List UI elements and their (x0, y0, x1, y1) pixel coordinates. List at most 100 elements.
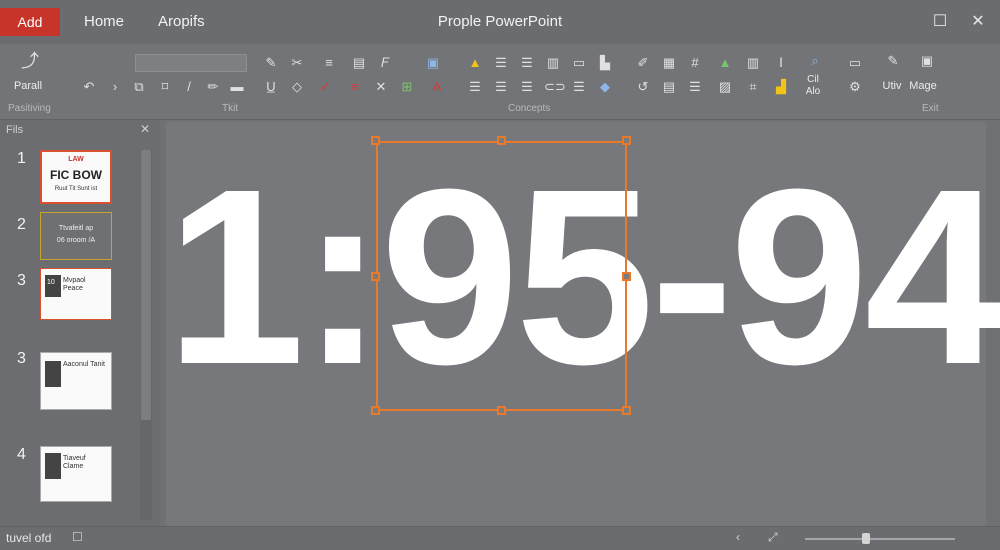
slide-number-1: 1 (17, 150, 26, 167)
style-button-label[interactable]: Cil Alo (798, 74, 828, 98)
right-button-2-label[interactable]: Mage (906, 80, 940, 92)
layers-icon[interactable]: ▭ (846, 54, 864, 72)
grid-icon[interactable]: ▦ (660, 54, 678, 72)
cursor-icon[interactable]: Ⅰ (772, 54, 790, 72)
font-name-dropdown[interactable] (135, 54, 247, 72)
strikethrough-icon[interactable]: ≡ (346, 78, 364, 96)
slash-icon[interactable]: / (180, 78, 198, 96)
thumb-3-line-2: Mvpaol Peace (63, 277, 86, 293)
tab-aropifs[interactable]: Aropifs (158, 8, 205, 36)
app-title: Prople PowerPoint (437, 13, 563, 30)
resize-handle-bottom-right[interactable] (622, 406, 631, 415)
text-effect-icon[interactable]: A (428, 78, 446, 96)
slide-thumbnail-2[interactable]: Ttvafeitl ap 06 oroom /A (40, 212, 112, 260)
slide-number-5: 4 (17, 446, 26, 463)
arrange-icon[interactable]: ☰ (686, 78, 704, 96)
slide-number-2: 2 (17, 216, 26, 233)
crop-icon[interactable]: ⌗ (744, 78, 762, 96)
panel-close-icon[interactable]: ✕ (140, 122, 150, 136)
slide-panel: Fils ✕ 1 LAW FIC BOW Ruut Tit Sunt ist 2… (0, 120, 160, 526)
notes-icon[interactable]: ☐ (72, 530, 83, 544)
zoom-slider-knob[interactable] (862, 533, 870, 544)
slide-thumbnail-3[interactable]: 10 Mvpaol Peace (40, 268, 112, 320)
slide-thumbnail-5[interactable]: Tiaveuf Clame (40, 446, 112, 502)
selection-box[interactable] (376, 141, 627, 411)
brush-icon[interactable]: ✏ (204, 78, 222, 96)
fill-icon[interactable]: ◆ (596, 78, 614, 96)
slide-thumbnail-1[interactable]: LAW FIC BOW Ruut Tit Sunt ist (40, 150, 112, 204)
ribbon: ⤴ Parall ✎ ✂ ≡ ▤ 𝐹 ▣ ▲ ☰ ☰ ▥ ▭ ▙ ✐ ▦ # ▲… (0, 44, 1000, 120)
resize-handle-top-right[interactable] (622, 136, 631, 145)
view-icon[interactable]: ‹ (736, 530, 740, 544)
warning-icon[interactable]: ▲ (466, 54, 484, 72)
align-center-icon[interactable]: ☰ (492, 54, 510, 72)
italic-icon[interactable]: 𝐹 (376, 54, 394, 72)
undo-icon[interactable]: ↶ (80, 78, 98, 96)
font-color-icon[interactable]: ✓ (316, 78, 334, 96)
slide-thumbnail-4[interactable]: Aaconul Tanit (40, 352, 112, 410)
align-justify-icon[interactable]: ☰ (518, 54, 536, 72)
tab-add[interactable]: Add (0, 8, 60, 36)
rotate-icon[interactable]: ↺ (634, 78, 652, 96)
numbering-icon[interactable]: ☰ (492, 78, 510, 96)
restore-button[interactable]: ☐ (928, 10, 952, 34)
panel-title: Fils (6, 124, 24, 136)
table-icon[interactable]: ▤ (660, 78, 678, 96)
bullets-icon[interactable]: ☰ (466, 78, 484, 96)
columns-icon[interactable]: ▥ (544, 54, 562, 72)
thumb-3-line-1: 10 (47, 279, 55, 286)
list-icon[interactable]: ≡ (320, 54, 338, 72)
resize-handle-top-left[interactable] (371, 136, 380, 145)
thumb-5-image (45, 453, 61, 479)
align-icon[interactable]: ▤ (350, 54, 368, 72)
resize-handle-bottom[interactable] (497, 406, 506, 415)
fit-icon[interactable]: ⤢ (768, 530, 778, 545)
bar-chart-icon[interactable]: ▥ (744, 54, 762, 72)
slide-number-4: 3 (17, 350, 26, 367)
image-icon[interactable]: ▣ (918, 52, 936, 70)
text-box-icon[interactable]: ▭ (570, 54, 588, 72)
underline-icon[interactable]: U̲ (262, 78, 280, 96)
resize-handle-left[interactable] (371, 272, 380, 281)
zoom-slider-track[interactable] (805, 538, 955, 540)
draw-icon[interactable]: ✐ (634, 54, 652, 72)
panel-scrollbar-thumb[interactable] (141, 150, 151, 420)
resize-handle-right[interactable] (622, 272, 631, 281)
clear-icon[interactable]: ✕ (372, 78, 390, 96)
link-icon[interactable]: ⊂⊃ (544, 78, 566, 96)
group-label-2: Tkit (222, 103, 239, 114)
format-painter-icon[interactable]: ⤴ (18, 52, 42, 76)
indent-icon[interactable]: ☰ (518, 78, 536, 96)
copy-icon[interactable]: ⧉ (130, 78, 148, 96)
tab-home[interactable]: Home (84, 8, 124, 36)
spacing-icon[interactable]: ☰ (570, 78, 588, 96)
resize-handle-bottom-left[interactable] (371, 406, 380, 415)
right-button-1-label[interactable]: Utiv (878, 80, 906, 92)
status-bar: tuvel ofd ☐ ‹ ⤢ (0, 526, 1000, 550)
thumb-2-line-2: 06 oroom /A (56, 237, 96, 244)
close-button[interactable]: ✕ (966, 10, 990, 34)
highlight-icon[interactable]: ▬ (228, 78, 246, 96)
redo-icon[interactable]: › (106, 78, 124, 96)
chart-icon[interactable]: ▙ (596, 54, 614, 72)
slide-number-3: 3 (17, 272, 26, 289)
pen-icon[interactable]: ✎ (262, 54, 280, 72)
number-icon[interactable]: # (686, 54, 704, 72)
edit-icon[interactable]: ✎ (884, 52, 902, 70)
title-bar: Add Home Aropifs Prople PowerPoint ☐ ✕ (0, 0, 1000, 44)
scissors-icon[interactable]: ✂ (288, 54, 306, 72)
group-icon[interactable]: ⚙ (846, 78, 864, 96)
thumb-2-line-1: Ttvafeitl ap (58, 225, 94, 232)
format-icon[interactable]: ⌑ (156, 78, 174, 96)
format-painter-label: Parall (13, 80, 43, 92)
search-icon[interactable]: ⌕ (806, 52, 824, 70)
thumb-1-line-2: FIC BOW (50, 168, 102, 182)
effects-icon[interactable]: ▟ (772, 78, 790, 96)
eraser-icon[interactable]: ◇ (288, 78, 306, 96)
document-icon[interactable]: ▣ (424, 54, 442, 72)
group-label-4: Exit (922, 103, 939, 114)
picture-icon[interactable]: ▨ (716, 78, 734, 96)
shape-icon[interactable]: ▲ (716, 54, 734, 72)
resize-handle-top[interactable] (497, 136, 506, 145)
add-icon[interactable]: ⊞ (398, 78, 416, 96)
